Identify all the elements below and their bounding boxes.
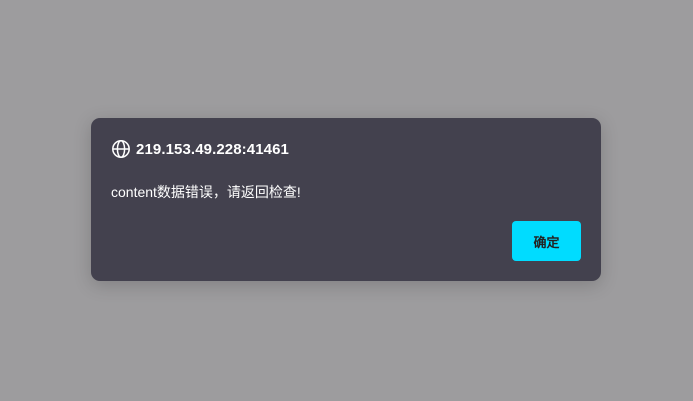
confirm-button[interactable]: 确定 — [512, 221, 581, 261]
dialog-header: 219.153.49.228:41461 — [111, 138, 289, 160]
globe-icon — [111, 139, 131, 159]
alert-dialog: 219.153.49.228:41461 content数据错误，请返回检查! … — [91, 118, 601, 281]
dialog-title: 219.153.49.228:41461 — [136, 140, 289, 158]
dialog-message: content数据错误，请返回检查! — [111, 184, 301, 200]
